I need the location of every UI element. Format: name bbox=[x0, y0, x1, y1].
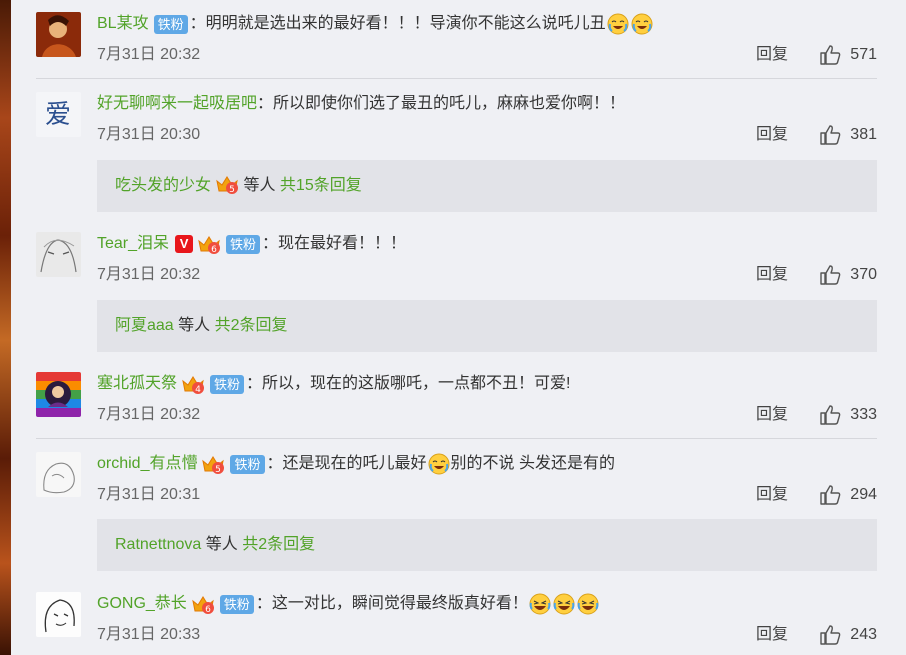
vip-crown-icon: 5 bbox=[215, 173, 239, 195]
comment-line: BL某攻 铁粉 ：明明就是选出来的最好看！！！导演你不能这么说吒儿丑 bbox=[97, 12, 654, 36]
reply-button[interactable]: 回复 bbox=[756, 405, 788, 425]
like-button[interactable]: 381 bbox=[819, 123, 877, 147]
divider bbox=[36, 78, 877, 79]
comment-username[interactable]: GONG_恭长 bbox=[97, 592, 187, 616]
avatar[interactable] bbox=[36, 592, 81, 637]
cry-laugh-emoji bbox=[607, 13, 629, 35]
cry-laugh-emoji bbox=[428, 453, 450, 475]
like-count: 571 bbox=[850, 46, 877, 63]
avatar[interactable] bbox=[36, 452, 81, 497]
comment-line: 塞北孤天祭 4 铁粉 ：所以，现在的这版哪吒，一点都不丑！可爱! bbox=[97, 372, 570, 396]
svg-text:5: 5 bbox=[229, 185, 235, 195]
comment-line: 好无聊啊来一起吸居吧 ：所以即使你们选了最丑的吒儿，麻麻也爱你啊！！ bbox=[97, 92, 625, 116]
sub-reply-username[interactable]: Ratnettnova bbox=[115, 536, 201, 553]
sub-reply-total[interactable]: 共15条回复 bbox=[280, 177, 362, 194]
reply-button[interactable]: 回复 bbox=[756, 485, 788, 505]
thumbs-up-icon bbox=[820, 485, 841, 505]
avatar[interactable] bbox=[36, 12, 81, 57]
comment-username[interactable]: BL某攻 bbox=[97, 12, 149, 36]
sub-reply-username[interactable]: 吃头发的少女 bbox=[115, 177, 211, 194]
divider bbox=[36, 438, 877, 439]
thumbs-up-icon bbox=[820, 405, 841, 425]
vip-crown-icon: 6 bbox=[197, 233, 221, 255]
sub-reply-connector: 等人 bbox=[239, 177, 280, 194]
comment-timestamp: 7月31日 20:31 bbox=[97, 486, 201, 503]
comment-line: Tear_泪呆 V 6 铁粉 ：现在最好看！！！ bbox=[97, 232, 406, 256]
like-button[interactable]: 571 bbox=[819, 43, 877, 67]
comment-username[interactable]: orchid_有点懵 bbox=[97, 452, 197, 476]
comment-username[interactable]: 好无聊啊来一起吸居吧 bbox=[97, 92, 257, 116]
comment-timestamp: 7月31日 20:32 bbox=[97, 266, 201, 283]
sub-reply-connector: 等人 bbox=[201, 536, 243, 553]
reply-button[interactable]: 回复 bbox=[756, 265, 788, 285]
sub-replies-summary[interactable]: 吃头发的少女 5 等人 共15条回复 bbox=[97, 160, 877, 212]
comment-text: ：现在最好看！！！ bbox=[262, 235, 407, 252]
comment-text: ：明明就是选出来的最好看！！！导演你不能这么说吒儿丑 bbox=[189, 15, 606, 32]
cry-laugh-emoji bbox=[631, 13, 653, 35]
laugh-cry-emoji bbox=[577, 593, 599, 615]
sub-reply-total[interactable]: 共2条回复 bbox=[215, 317, 288, 334]
svg-text:4: 4 bbox=[195, 385, 201, 395]
thumbs-up-icon bbox=[820, 125, 841, 145]
fan-badge: 铁粉 bbox=[219, 594, 254, 614]
like-button[interactable]: 333 bbox=[819, 403, 877, 427]
like-count: 370 bbox=[850, 266, 877, 283]
comment-timestamp: 7月31日 20:33 bbox=[97, 626, 201, 643]
like-count: 294 bbox=[850, 486, 877, 503]
comment-timestamp: 7月31日 20:30 bbox=[97, 126, 201, 143]
vip-crown-icon: 6 bbox=[191, 593, 215, 615]
like-button[interactable]: 294 bbox=[819, 483, 877, 507]
svg-text:爱: 爱 bbox=[45, 100, 71, 130]
comment-text: ：还是现在的吒儿最好 bbox=[266, 455, 427, 472]
sub-reply-username[interactable]: 阿夏aaa bbox=[115, 317, 174, 334]
comment-text-continued: 别的不说 头发还是有的 bbox=[450, 455, 615, 472]
comment-text: ：所以，现在的这版哪吒，一点都不丑！可爱! bbox=[246, 375, 571, 392]
sub-reply-total[interactable]: 共2条回复 bbox=[242, 536, 315, 553]
comment-feed: BL某攻 铁粉 ：明明就是选出来的最好看！！！导演你不能这么说吒儿丑 7月31日… bbox=[0, 0, 906, 655]
vip-crown-icon: 5 bbox=[201, 453, 225, 475]
vip-crown-icon: 4 bbox=[181, 373, 205, 395]
like-button[interactable]: 243 bbox=[819, 623, 877, 647]
comment-timestamp: 7月31日 20:32 bbox=[97, 406, 201, 423]
reply-button[interactable]: 回复 bbox=[756, 625, 788, 645]
reply-button[interactable]: 回复 bbox=[756, 125, 788, 145]
comment-username[interactable]: Tear_泪呆 bbox=[97, 232, 169, 256]
svg-text:6: 6 bbox=[205, 605, 211, 615]
fan-badge: 铁粉 bbox=[226, 234, 261, 254]
avatar[interactable]: 爱 bbox=[36, 92, 81, 137]
like-count: 381 bbox=[850, 126, 877, 143]
sub-replies-summary[interactable]: 阿夏aaa 等人 共2条回复 bbox=[97, 300, 877, 352]
fan-badge: 铁粉 bbox=[230, 454, 265, 474]
fan-badge: 铁粉 bbox=[153, 14, 188, 34]
svg-text:6: 6 bbox=[211, 245, 217, 255]
comment-line: orchid_有点懵 5 铁粉 ：还是现在的吒儿最好 别的不说 头发还是有的 bbox=[97, 452, 615, 476]
thumbs-up-icon bbox=[820, 625, 841, 645]
sub-replies-summary[interactable]: Ratnettnova 等人 共2条回复 bbox=[97, 519, 877, 571]
comment-line: GONG_恭长 6 铁粉 ：这一对比，瞬间觉得最终版真好看！ bbox=[97, 592, 600, 616]
verified-v-badge: V bbox=[175, 235, 194, 253]
fan-badge: 铁粉 bbox=[210, 374, 245, 394]
like-count: 243 bbox=[850, 626, 877, 643]
like-button[interactable]: 370 bbox=[819, 263, 877, 287]
sub-reply-connector: 等人 bbox=[173, 317, 215, 334]
comment-username[interactable]: 塞北孤天祭 bbox=[97, 372, 177, 396]
thumbs-up-icon bbox=[820, 45, 841, 65]
comment-text: ：这一对比，瞬间觉得最终版真好看！ bbox=[255, 595, 528, 612]
svg-text:5: 5 bbox=[216, 465, 222, 475]
reply-button[interactable]: 回复 bbox=[756, 45, 788, 65]
laugh-cry-emoji bbox=[529, 593, 551, 615]
laugh-cry-emoji bbox=[553, 593, 575, 615]
avatar[interactable] bbox=[36, 372, 81, 417]
avatar[interactable] bbox=[36, 232, 81, 277]
thumbs-up-icon bbox=[820, 265, 841, 285]
like-count: 333 bbox=[850, 406, 877, 423]
comment-text: ：所以即使你们选了最丑的吒儿，麻麻也爱你啊！！ bbox=[257, 95, 626, 112]
comment-timestamp: 7月31日 20:32 bbox=[97, 46, 201, 63]
